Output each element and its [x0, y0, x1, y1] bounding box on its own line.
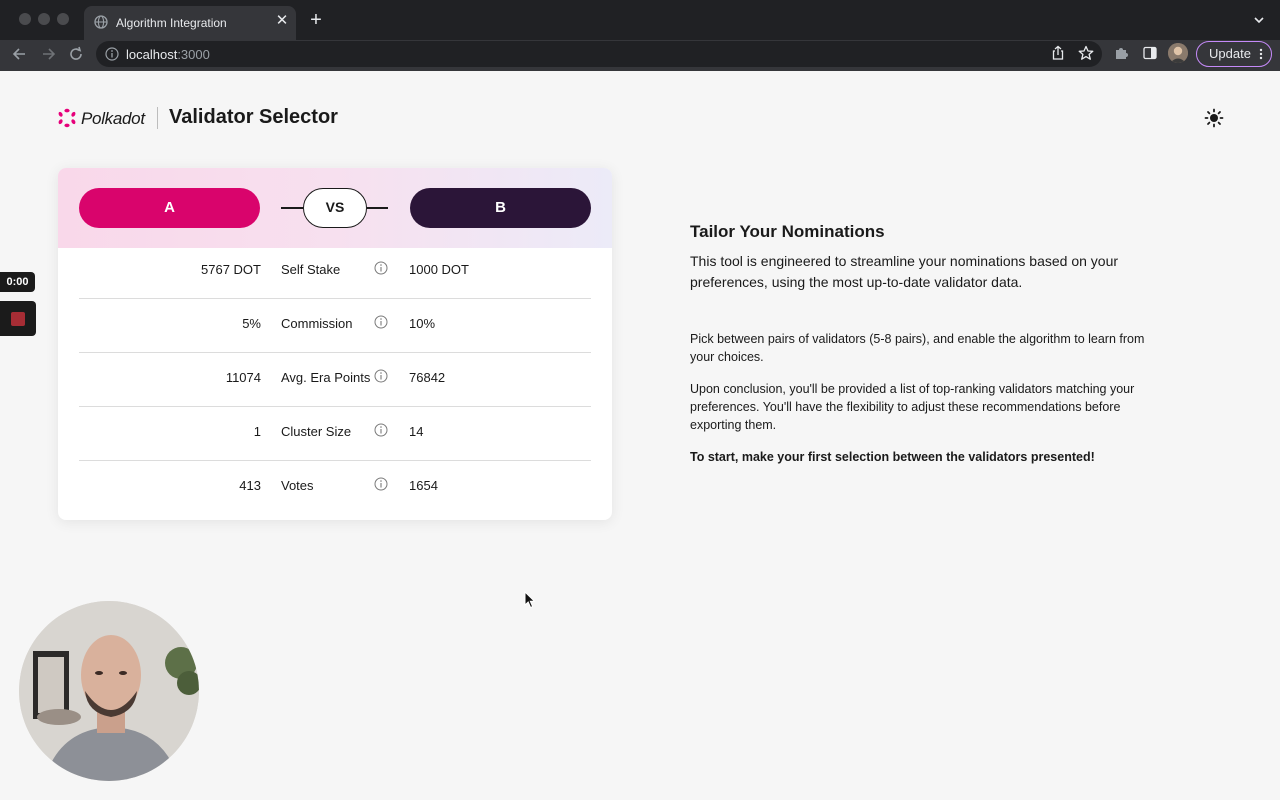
share-icon[interactable] — [1050, 45, 1066, 61]
browser-tab[interactable]: Algorithm Integration ✕ — [84, 6, 296, 40]
select-validator-a-button[interactable]: A — [79, 188, 260, 228]
stop-icon — [11, 312, 25, 326]
vs-badge: VS — [303, 188, 367, 228]
intro-lead: This tool is engineered to streamline yo… — [690, 253, 1119, 290]
validator-b-value: 14 — [409, 424, 424, 439]
profile-avatar[interactable] — [1168, 43, 1188, 63]
minimize-window-button[interactable] — [38, 13, 50, 25]
comparison-row-votes: 413 Votes 1654 — [79, 461, 591, 515]
vs-connector-left — [281, 207, 303, 209]
comparison-row-era-points: 11074 Avg. Era Points 76842 — [79, 353, 591, 407]
metric-label: Self Stake — [281, 262, 341, 277]
theme-toggle-sun-icon[interactable] — [1204, 108, 1224, 128]
recording-timer: 0:00 — [0, 272, 35, 292]
metric-label: Cluster Size — [281, 424, 352, 439]
info-icon[interactable] — [374, 477, 388, 491]
side-panel-icon[interactable] — [1142, 45, 1158, 61]
intro-paragraph-results: Upon conclusion, you'll be provided a li… — [690, 382, 1135, 432]
page-title: Validator Selector — [169, 106, 338, 128]
info-icon[interactable] — [374, 261, 388, 275]
intro-title: Tailor Your Nominations — [690, 222, 885, 241]
validator-b-value: 1000 DOT — [409, 262, 469, 277]
tab-strip: Algorithm Integration ✕ + — [0, 0, 1280, 40]
browser-chrome: Algorithm Integration ✕ + localhost:3000 — [0, 0, 1280, 71]
metric-label: Avg. Era Points — [281, 370, 371, 385]
tab-title: Algorithm Integration — [116, 16, 227, 30]
intro-panel: Tailor Your Nominations This tool is eng… — [690, 222, 1150, 464]
info-icon[interactable] — [374, 423, 388, 437]
site-info-icon[interactable] — [105, 47, 119, 61]
globe-icon — [94, 15, 108, 29]
brand-divider — [157, 107, 158, 129]
maximize-window-button[interactable] — [57, 13, 69, 25]
comparison-row-self-stake: 5767 DOT Self Stake 1000 DOT — [79, 245, 591, 299]
forward-icon[interactable] — [38, 44, 58, 64]
presenter-video — [19, 601, 199, 781]
webcam-overlay — [19, 601, 199, 781]
new-tab-icon[interactable]: + — [307, 10, 325, 30]
vs-connector-right — [367, 207, 388, 209]
update-button[interactable]: Update — [1196, 41, 1272, 67]
validator-comparison-card: A VS B 5767 DOT Self Stake 1000 DOT 5% C… — [58, 168, 612, 520]
stop-recording-button[interactable] — [0, 301, 36, 336]
reload-icon[interactable] — [66, 44, 86, 64]
more-vertical-icon — [1259, 48, 1263, 60]
comparison-row-cluster-size: 1 Cluster Size 14 — [79, 407, 591, 461]
close-tab-icon[interactable]: ✕ — [274, 13, 290, 29]
validator-a-value: 413 — [239, 478, 261, 493]
validator-a-value: 11074 — [225, 370, 261, 385]
chevron-down-icon[interactable] — [1252, 13, 1266, 27]
validator-b-value: 76842 — [409, 370, 446, 385]
metric-label: Votes — [281, 478, 314, 493]
validator-b-value: 10% — [409, 316, 436, 331]
select-validator-b-button[interactable]: B — [410, 188, 591, 228]
back-icon[interactable] — [10, 44, 30, 64]
validator-a-value: 5767 DOT — [201, 262, 261, 277]
bookmark-star-icon[interactable] — [1078, 45, 1094, 61]
extensions-icon[interactable] — [1114, 45, 1130, 61]
comparison-row-commission: 5% Commission 10% — [79, 299, 591, 353]
polkadot-logo-icon — [58, 108, 76, 128]
url-text: localhost:3000 — [126, 47, 210, 62]
validator-b-value: 1654 — [409, 478, 438, 493]
info-icon[interactable] — [374, 315, 388, 329]
validator-a-value: 5% — [242, 316, 261, 331]
avatar-image — [1168, 43, 1188, 63]
metric-label: Commission — [281, 316, 353, 331]
info-icon[interactable] — [374, 369, 388, 383]
intro-paragraph-pairs: Pick between pairs of validators (5-8 pa… — [690, 332, 1145, 364]
brand-name: Polkadot — [81, 109, 145, 128]
intro-cta: To start, make your first selection betw… — [690, 450, 1095, 464]
address-bar[interactable]: localhost:3000 — [96, 41, 1102, 67]
validator-a-value: 1 — [253, 424, 261, 439]
comparison-header: A VS B — [58, 168, 612, 248]
close-window-button[interactable] — [19, 13, 31, 25]
mouse-cursor-icon — [524, 591, 536, 609]
